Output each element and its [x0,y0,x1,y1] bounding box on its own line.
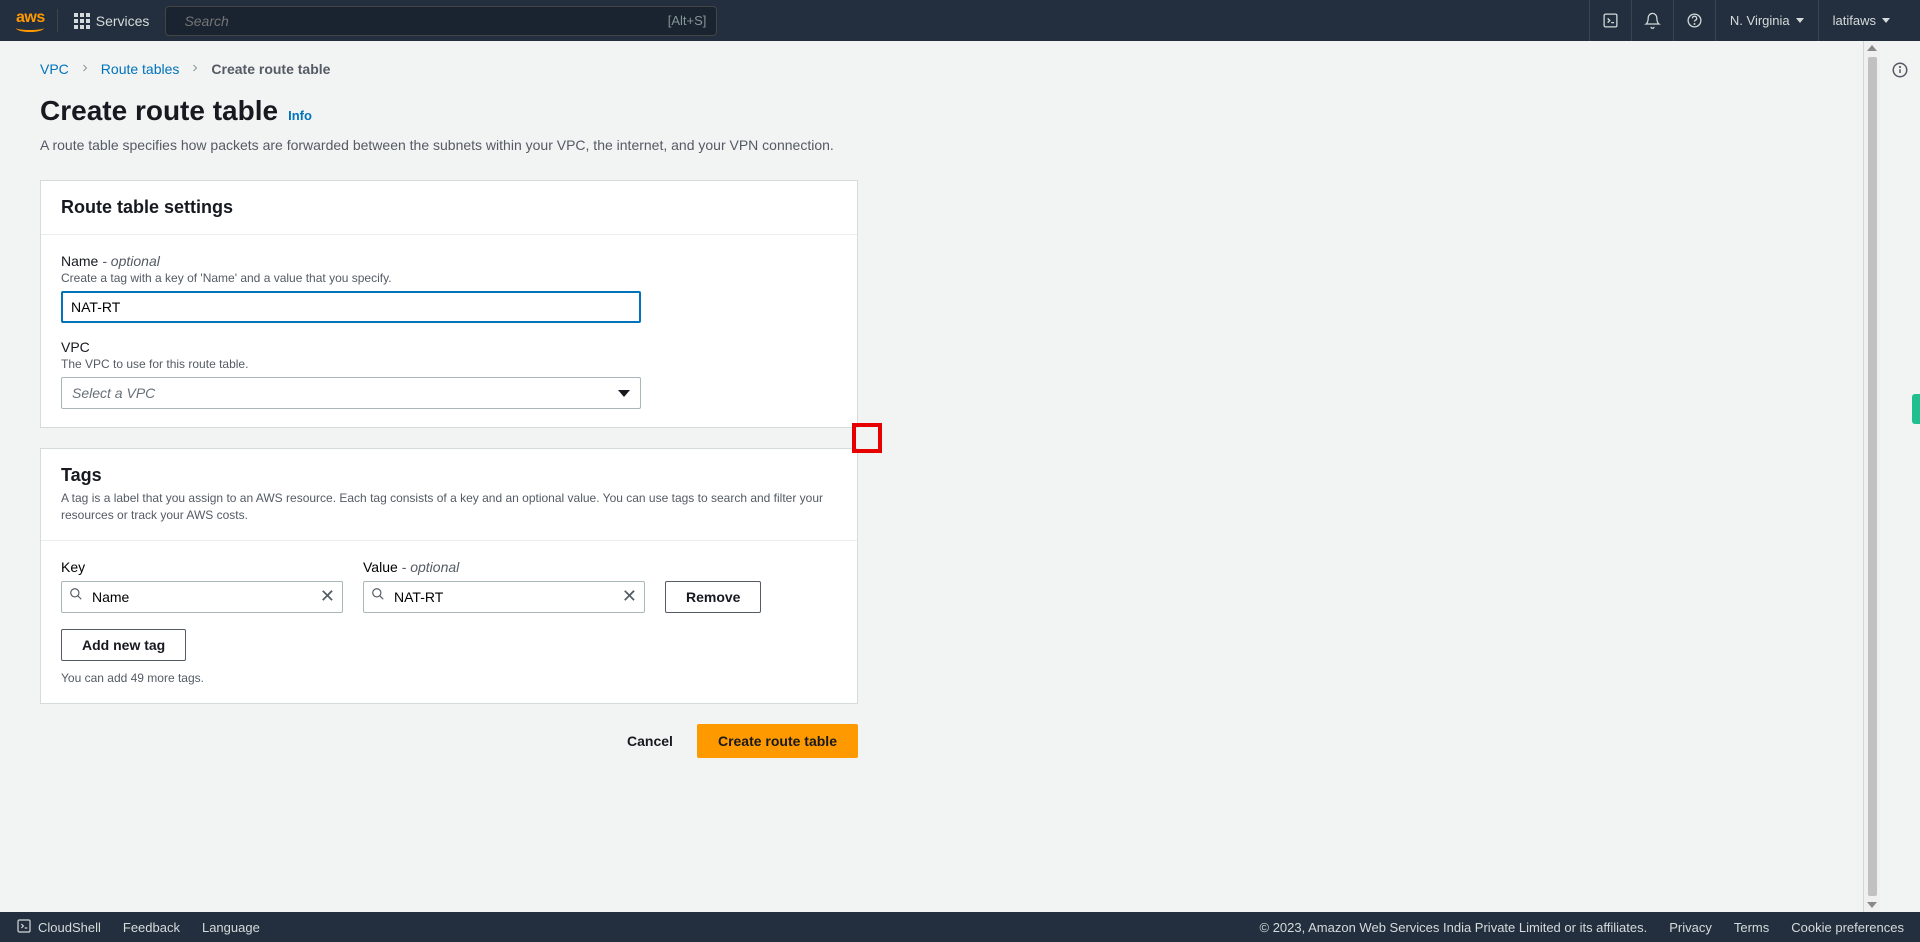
name-input[interactable] [61,291,641,323]
chevron-right-icon [79,61,91,77]
vpc-select[interactable]: Select a VPC [61,377,641,409]
page-title: Create route table [40,95,278,127]
cancel-button[interactable]: Cancel [615,724,685,758]
info-icon [1891,61,1909,79]
breadcrumb-route-tables[interactable]: Route tables [101,61,180,77]
global-search[interactable]: [Alt+S] [165,6,717,36]
help-button[interactable] [1673,0,1715,41]
caret-down-icon [1796,18,1804,23]
settings-panel-title: Route table settings [61,197,837,218]
vpc-placeholder: Select a VPC [72,385,155,401]
tag-row: ✕ ✕ Remove [61,581,837,613]
footer: CloudShell Feedback Language © 2023, Ama… [0,912,1920,942]
info-link[interactable]: Info [288,108,312,123]
footer-terms[interactable]: Terms [1734,920,1769,935]
side-tab[interactable] [1912,394,1920,424]
remove-tag-button[interactable]: Remove [665,581,761,613]
footer-privacy[interactable]: Privacy [1669,920,1712,935]
caret-down-icon [618,390,630,397]
search-input[interactable] [184,13,659,29]
breadcrumbs: VPC Route tables Create route table [40,61,1823,77]
create-route-table-button[interactable]: Create route table [697,724,858,758]
scroll-down-icon[interactable] [1867,902,1877,908]
scroll-thumb[interactable] [1868,57,1877,896]
tag-value-input[interactable] [363,581,645,613]
footer-cookies[interactable]: Cookie preferences [1791,920,1904,935]
breadcrumb-current: Create route table [211,61,330,77]
services-label: Services [96,13,150,29]
vertical-scrollbar[interactable] [1863,41,1880,912]
cloudshell-icon [16,918,32,937]
footer-cloudshell[interactable]: CloudShell [16,918,101,937]
user-menu[interactable]: latifaws [1818,0,1904,41]
breadcrumb-vpc[interactable]: VPC [40,61,69,77]
region-selector[interactable]: N. Virginia [1715,0,1818,41]
tags-description: A tag is a label that you assign to an A… [61,490,837,524]
search-icon [371,587,385,606]
tag-key-input[interactable] [61,581,343,613]
tags-panel: Tags A tag is a label that you assign to… [40,448,858,704]
tag-value-header: Value - optional [363,559,645,575]
bell-icon [1644,12,1661,29]
tag-key-header: Key [61,559,343,575]
footer-feedback[interactable]: Feedback [123,920,180,935]
clear-value-button[interactable]: ✕ [622,586,637,607]
chevron-right-icon [189,61,201,77]
route-table-settings-panel: Route table settings Name - optional Cre… [40,180,858,428]
tags-title: Tags [61,465,837,486]
cloudshell-button[interactable] [1589,0,1631,41]
cloudshell-icon [1602,12,1619,29]
services-menu[interactable]: Services [74,13,150,29]
search-shortcut: [Alt+S] [668,13,707,28]
topnav-right: N. Virginia latifaws [1589,0,1904,41]
clear-key-button[interactable]: ✕ [320,586,335,607]
name-hint: Create a tag with a key of 'Name' and a … [61,271,837,285]
name-label: Name - optional [61,253,837,269]
footer-language[interactable]: Language [202,920,260,935]
scroll-up-icon[interactable] [1867,45,1877,51]
form-actions: Cancel Create route table [40,724,858,758]
page-description: A route table specifies how packets are … [40,135,840,156]
main-content: VPC Route tables Create route table Crea… [0,41,1863,912]
grid-icon [74,13,90,29]
footer-copyright: © 2023, Amazon Web Services India Privat… [1260,920,1648,935]
vpc-hint: The VPC to use for this route table. [61,357,837,371]
info-panel-toggle[interactable] [1880,41,1920,912]
aws-logo[interactable]: aws [16,9,58,32]
search-icon [69,587,83,606]
top-navigation: aws Services [Alt+S] N. Virginia [0,0,1920,41]
tag-limit-text: You can add 49 more tags. [61,671,837,685]
add-tag-button[interactable]: Add new tag [61,629,186,661]
notifications-button[interactable] [1631,0,1673,41]
highlight-box [852,423,882,453]
help-icon [1686,12,1703,29]
vpc-label: VPC [61,339,837,355]
caret-down-icon [1882,18,1890,23]
